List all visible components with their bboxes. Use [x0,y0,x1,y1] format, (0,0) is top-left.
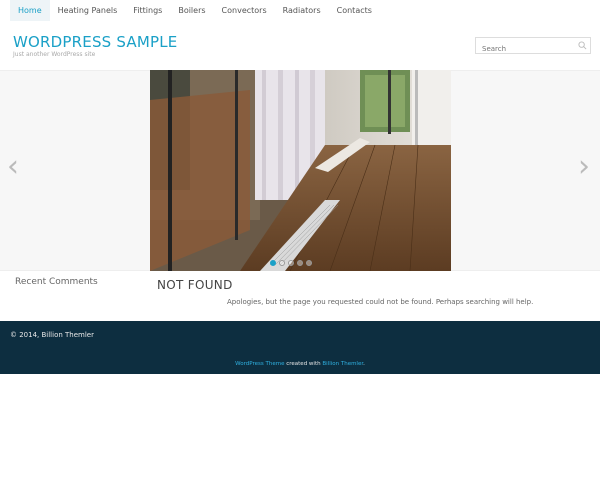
slider-dot-1[interactable] [270,260,276,266]
nav-item-fittings[interactable]: Fittings [125,0,170,21]
nav-item-radiators[interactable]: Radiators [275,0,329,21]
nav-item-boilers[interactable]: Boilers [170,0,213,21]
slide-image [150,70,451,271]
sidebar-widget-title: Recent Comments [15,277,98,287]
credit-connector: created with [284,361,323,367]
slider-dot-3[interactable] [288,260,294,266]
slider-dot-2[interactable] [279,260,285,266]
credit-end: . [363,361,365,367]
slider-pagination [270,260,312,266]
not-found-message: Apologies, but the page you requested co… [227,298,534,306]
search-input[interactable] [476,41,576,57]
page-title: NOT FOUND [157,278,233,292]
site-tagline: Just another WordPress site [13,51,96,58]
top-navigation: Home Heating Panels Fittings Boilers Con… [0,0,600,21]
search-form [475,37,591,57]
billion-themler-link[interactable]: Billion Themler [322,361,363,367]
slider-dot-4[interactable] [297,260,303,266]
search-icon[interactable] [578,41,587,50]
nav-item-convectors[interactable]: Convectors [214,0,275,21]
slider-next-arrow[interactable]: › [578,152,590,182]
wordpress-theme-link[interactable]: WordPress Theme [235,361,284,367]
slider-dot-5[interactable] [306,260,312,266]
nav-item-heating-panels[interactable]: Heating Panels [50,0,126,21]
site-title[interactable]: WORDPRESS SAMPLE [13,33,177,51]
nav-item-contacts[interactable]: Contacts [329,0,380,21]
room-photo [150,70,451,271]
nav-item-home[interactable]: Home [10,0,50,21]
slider-prev-arrow[interactable]: ‹ [7,152,19,182]
footer-credits: WordPress Theme created with Billion The… [0,361,600,367]
copyright-text: © 2014, Billion Themler [10,331,94,339]
